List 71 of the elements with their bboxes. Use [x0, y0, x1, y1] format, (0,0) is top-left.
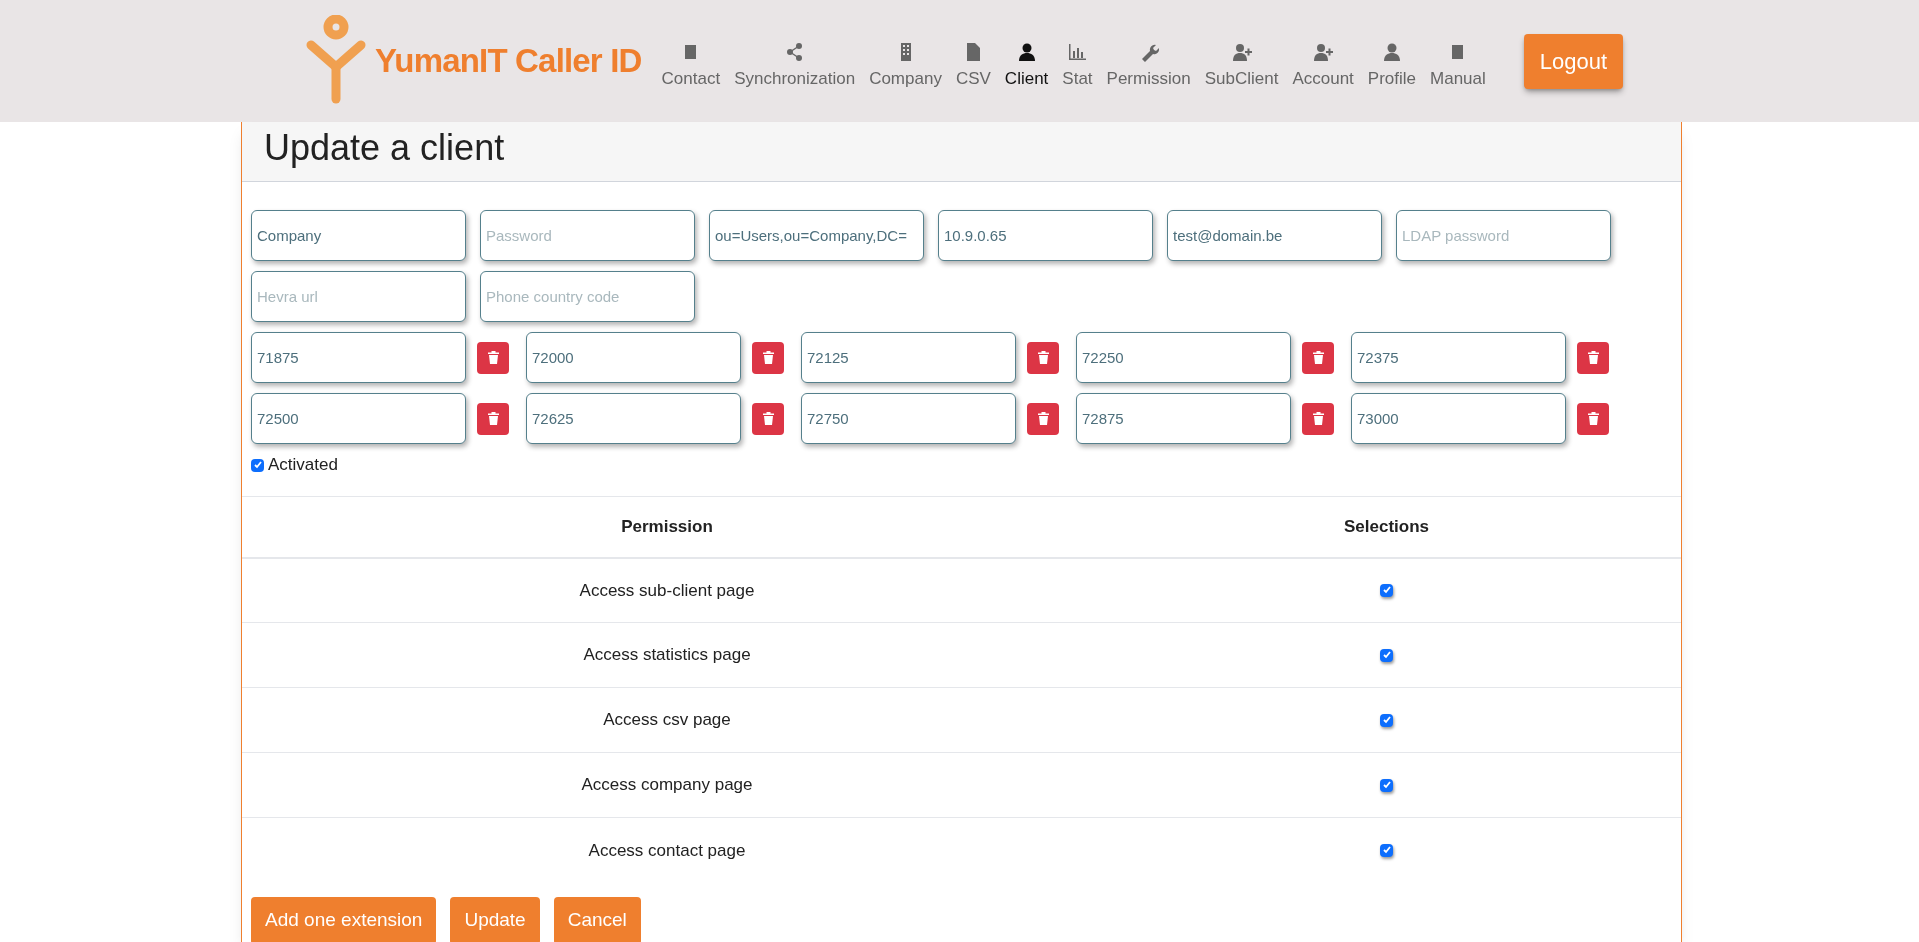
permission-checkbox[interactable]	[1380, 778, 1393, 792]
delete-button[interactable]	[1027, 341, 1059, 374]
delete-button[interactable]	[477, 341, 509, 374]
nav-link[interactable]: Account	[1292, 42, 1354, 92]
bar-chart-icon	[1067, 42, 1088, 63]
input-field[interactable]: Password	[480, 210, 695, 261]
trash-icon	[762, 412, 774, 425]
share-icon	[784, 42, 805, 63]
input-field[interactable]: 10.9.0.65	[938, 210, 1153, 261]
table-cell: Access csv page	[603, 710, 731, 730]
nav-link[interactable]: Client	[1004, 42, 1049, 92]
extension-field[interactable]: 72000	[526, 332, 741, 383]
nav-link[interactable]: Synchronization	[734, 42, 856, 92]
activated-label: Activated	[268, 454, 338, 477]
nav-link[interactable]: Company	[869, 42, 942, 92]
trash-icon	[1587, 351, 1599, 364]
delete-button[interactable]	[1302, 402, 1334, 435]
table-cell: Access sub-client page	[579, 580, 755, 600]
permission-checkbox[interactable]	[1380, 648, 1393, 662]
nav-link[interactable]: Contact	[661, 42, 721, 92]
extension-field[interactable]: 72375	[1351, 332, 1566, 383]
permission-checkbox[interactable]	[1380, 583, 1393, 597]
input-field[interactable]: Phone country code	[480, 271, 695, 322]
delete-button[interactable]	[477, 402, 509, 435]
column-header: Permission	[621, 517, 713, 536]
nav-link[interactable]: Profile	[1367, 42, 1416, 92]
extension-field[interactable]: 72625	[526, 393, 741, 444]
trash-icon	[1037, 412, 1049, 425]
delete-button[interactable]	[1302, 341, 1334, 374]
delete-button[interactable]	[1027, 402, 1059, 435]
delete-button[interactable]	[752, 341, 784, 374]
input-field[interactable]: LDAP password	[1396, 210, 1611, 261]
nav-link[interactable]: Manual	[1430, 42, 1486, 92]
trash-icon	[1587, 412, 1599, 425]
nav-link[interactable]: CSV	[955, 42, 991, 92]
table-cell: Access company page	[581, 775, 753, 795]
extension-field[interactable]: 72125	[801, 332, 1016, 383]
permission-checkbox[interactable]	[1380, 843, 1393, 857]
delete-button[interactable]	[752, 402, 784, 435]
column-header: Selections	[1343, 517, 1429, 536]
input-field[interactable]: test@domain.be	[1167, 210, 1382, 261]
nav-link[interactable]: SubClient	[1204, 42, 1279, 92]
user-icon	[1381, 42, 1402, 63]
user-icon	[1016, 42, 1037, 63]
trash-icon	[762, 351, 774, 364]
nav-link[interactable]: Permission	[1106, 42, 1191, 92]
permission-checkbox[interactable]	[1380, 713, 1393, 727]
extension-field[interactable]: 72500	[251, 393, 466, 444]
trash-icon	[1312, 412, 1324, 425]
extension-field[interactable]: 72750	[801, 393, 1016, 444]
trash-icon	[1312, 351, 1324, 364]
user-plus-icon	[1231, 42, 1252, 63]
activated-checkbox[interactable]	[251, 458, 264, 472]
trash-icon	[1037, 351, 1049, 364]
brand-name: YumanIT Caller ID	[375, 41, 642, 82]
delete-button[interactable]	[1577, 341, 1609, 374]
input-field[interactable]: Hevra url	[251, 271, 466, 322]
trash-icon	[487, 412, 499, 425]
nav-link[interactable]: Stat	[1062, 42, 1093, 92]
table-cell: Access statistics page	[583, 645, 751, 665]
extension-field[interactable]: 72250	[1076, 332, 1291, 383]
user-plus-icon	[1313, 42, 1334, 63]
input-field[interactable]: ou=Users,ou=Company,DC=	[709, 210, 924, 261]
extension-field[interactable]: 73000	[1351, 393, 1566, 444]
extension-field[interactable]: 71875	[251, 332, 466, 383]
card-title: Update a client	[264, 129, 505, 166]
extension-field[interactable]: 72875	[1076, 393, 1291, 444]
trash-icon	[487, 351, 499, 364]
delete-button[interactable]	[1577, 402, 1609, 435]
table-cell: Access contact page	[588, 840, 746, 860]
input-field[interactable]: Company	[251, 210, 466, 261]
